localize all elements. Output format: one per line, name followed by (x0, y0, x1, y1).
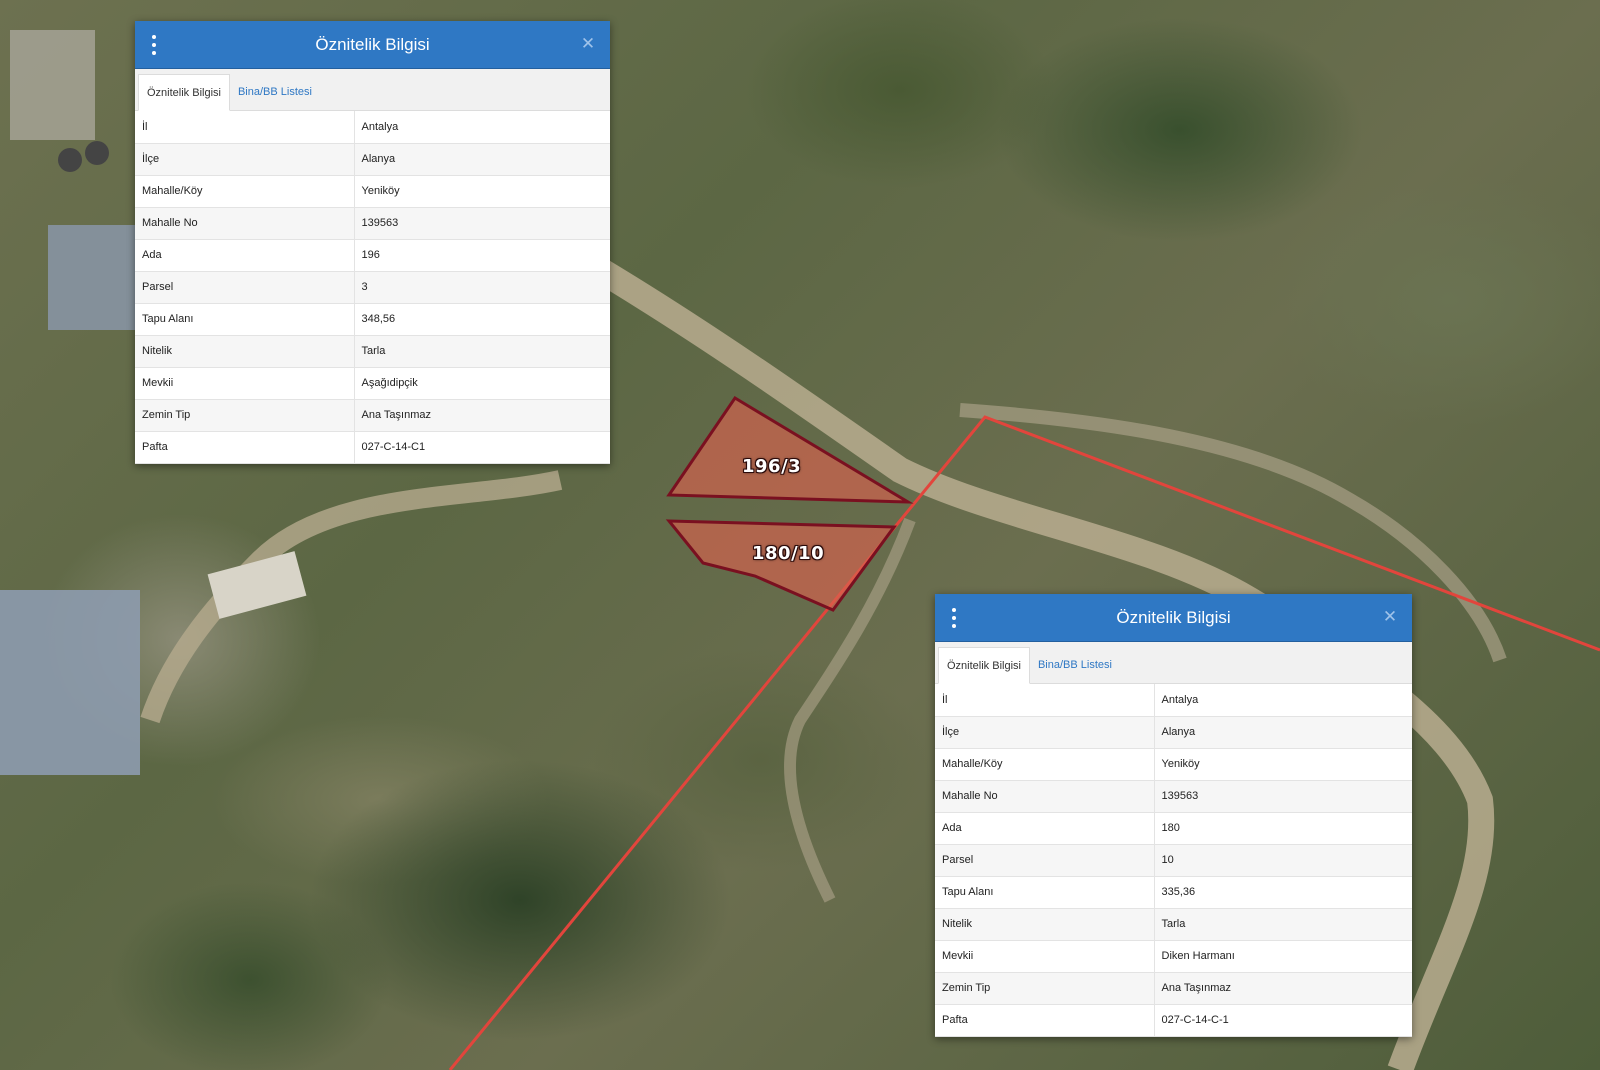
attribute-value: 139563 (354, 207, 610, 240)
close-icon[interactable]: ✕ (1380, 606, 1400, 628)
table-row: Parsel 3 (135, 271, 610, 304)
attribute-key: Tapu Alanı (935, 876, 1155, 909)
attribute-value: 027-C-14-C1 (354, 431, 610, 464)
parcel-label-196-3: 196/3 (742, 456, 802, 477)
tab-building-list[interactable]: Bina/BB Listesi (230, 74, 320, 110)
attribute-table: İl Antalya İlçe Alanya Mahalle/Köy Yeniköy Mah… (935, 684, 1412, 1037)
attribute-value: 348,56 (354, 303, 610, 336)
tab-attribute-info[interactable]: Öznitelik Bilgisi (138, 74, 230, 111)
table-row: Ada 196 (135, 239, 610, 272)
attribute-value: Alanya (1154, 716, 1412, 749)
tab-bar: Öznitelik Bilgisi Bina/BB Listesi (935, 642, 1412, 684)
water-tank (58, 148, 82, 172)
attribute-value: 3 (354, 271, 610, 304)
attribute-value: 180 (1154, 812, 1412, 845)
tab-bar: Öznitelik Bilgisi Bina/BB Listesi (135, 69, 610, 111)
panel-title: Öznitelik Bilgisi (1116, 607, 1231, 627)
greenhouse-roof (0, 590, 140, 775)
attribute-key: İlçe (135, 143, 355, 176)
attribute-key: Mahalle/Köy (935, 748, 1155, 781)
water-tank (85, 141, 109, 165)
table-row: Mahalle/Köy Yeniköy (935, 748, 1412, 781)
attribute-key: Nitelik (935, 908, 1155, 941)
kebab-menu-icon[interactable] (149, 35, 159, 55)
table-row: Mahalle No 139563 (935, 780, 1412, 813)
tab-attribute-info[interactable]: Öznitelik Bilgisi (938, 647, 1030, 684)
table-row: Nitelik Tarla (135, 335, 610, 368)
greenhouse-roof (48, 225, 138, 330)
table-row: Pafta 027-C-14-C1 (135, 431, 610, 464)
building-roof (10, 30, 95, 140)
table-row: Pafta 027-C-14-C-1 (935, 1004, 1412, 1037)
attribute-value: Tarla (354, 335, 610, 368)
table-row: Mevkii Aşağıdipçik (135, 367, 610, 400)
dirt-road (140, 470, 563, 724)
building-roof (207, 551, 307, 619)
table-row: Ada 180 (935, 812, 1412, 845)
table-row: Nitelik Tarla (935, 908, 1412, 941)
table-row: İlçe Alanya (935, 716, 1412, 749)
attribute-key: Mevkii (135, 367, 355, 400)
attribute-value: Yeniköy (354, 175, 610, 208)
attribute-panel-180-10: Öznitelik Bilgisi ✕ Öznitelik Bilgisi Bi… (935, 594, 1412, 1037)
parcel-180-10[interactable] (665, 519, 897, 612)
attribute-value: Aşağıdipçik (354, 367, 610, 400)
panel-header[interactable]: Öznitelik Bilgisi ✕ (135, 21, 610, 69)
attribute-panel-196-3: Öznitelik Bilgisi ✕ Öznitelik Bilgisi Bi… (135, 21, 610, 464)
attribute-value: 027-C-14-C-1 (1154, 1004, 1412, 1037)
attribute-key: Mevkii (935, 940, 1155, 973)
attribute-key: Ada (935, 812, 1155, 845)
tab-building-list[interactable]: Bina/BB Listesi (1030, 647, 1120, 683)
table-row: Zemin Tip Ana Taşınmaz (935, 972, 1412, 1005)
table-row: İlçe Alanya (135, 143, 610, 176)
panel-title: Öznitelik Bilgisi (315, 34, 430, 54)
attribute-key: Nitelik (135, 335, 355, 368)
table-row: Parsel 10 (935, 844, 1412, 877)
attribute-table: İl Antalya İlçe Alanya Mahalle/Köy Yeniköy Mah… (135, 111, 610, 464)
attribute-key: İl (135, 111, 355, 144)
table-row: İl Antalya (135, 111, 610, 144)
table-row: Mahalle No 139563 (135, 207, 610, 240)
attribute-value: Tarla (1154, 908, 1412, 941)
attribute-key: İl (935, 684, 1155, 717)
attribute-key: Pafta (135, 431, 355, 464)
attribute-value: Alanya (354, 143, 610, 176)
kebab-menu-icon[interactable] (949, 608, 959, 628)
attribute-value: Antalya (1154, 684, 1412, 717)
attribute-key: Parsel (935, 844, 1155, 877)
attribute-key: Tapu Alanı (135, 303, 355, 336)
attribute-key: İlçe (935, 716, 1155, 749)
attribute-key: Mahalle No (935, 780, 1155, 813)
close-icon[interactable]: ✕ (578, 33, 598, 55)
attribute-value: Antalya (354, 111, 610, 144)
attribute-value: Yeniköy (1154, 748, 1412, 781)
attribute-key: Ada (135, 239, 355, 272)
table-row: Tapu Alanı 335,36 (935, 876, 1412, 909)
attribute-value: Ana Taşınmaz (1154, 972, 1412, 1005)
parcel-label-180-10: 180/10 (752, 543, 825, 564)
attribute-key: Mahalle/Köy (135, 175, 355, 208)
attribute-value: 335,36 (1154, 876, 1412, 909)
attribute-key: Zemin Tip (935, 972, 1155, 1005)
attribute-value: 10 (1154, 844, 1412, 877)
attribute-key: Parsel (135, 271, 355, 304)
attribute-value: 196 (354, 239, 610, 272)
attribute-key: Pafta (935, 1004, 1155, 1037)
panel-header[interactable]: Öznitelik Bilgisi ✕ (935, 594, 1412, 642)
table-row: Mahalle/Köy Yeniköy (135, 175, 610, 208)
attribute-value: 139563 (1154, 780, 1412, 813)
attribute-value: Ana Taşınmaz (354, 399, 610, 432)
table-row: İl Antalya (935, 684, 1412, 717)
attribute-key: Mahalle No (135, 207, 355, 240)
attribute-value: Diken Harmanı (1154, 940, 1412, 973)
table-row: Zemin Tip Ana Taşınmaz (135, 399, 610, 432)
table-row: Mevkii Diken Harmanı (935, 940, 1412, 973)
attribute-key: Zemin Tip (135, 399, 355, 432)
table-row: Tapu Alanı 348,56 (135, 303, 610, 336)
